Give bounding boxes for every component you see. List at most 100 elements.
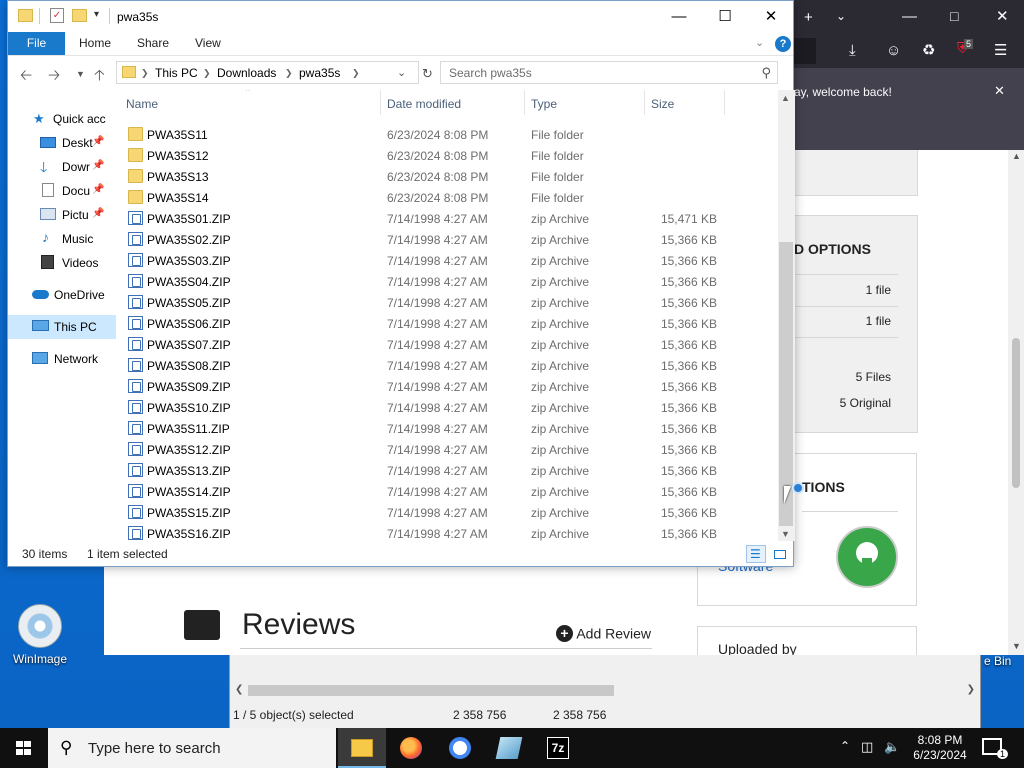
column-type[interactable]: Type [531, 97, 557, 111]
file-row[interactable]: PWA35S05.ZIP 7/14/1998 4:27 AM zip Archive… [118, 292, 778, 313]
tab-file[interactable]: File [8, 32, 65, 55]
nav-network[interactable]: Network [8, 347, 116, 371]
minimize-icon[interactable]: — [902, 9, 917, 24]
tab-home[interactable]: Home [65, 32, 125, 55]
file-row[interactable]: PWA35S15.ZIP 7/14/1998 4:27 AM zip Archive… [118, 502, 778, 523]
file-row[interactable]: PWA35S12 6/23/2024 8:08 PM File folder [118, 145, 778, 166]
file-row[interactable]: PWA35S09.ZIP 7/14/1998 4:27 AM zip Archive… [118, 376, 778, 397]
scroll-right-icon[interactable]: ❯ [967, 684, 975, 695]
column-name[interactable]: Name [126, 97, 158, 111]
breadcrumb-chevron-icon[interactable]: ❯ [141, 68, 149, 79]
maximize-icon[interactable]: □ [950, 9, 958, 23]
file-row[interactable]: PWA35S01.ZIP 7/14/1998 4:27 AM zip Archive… [118, 208, 778, 229]
file-row[interactable]: PWA35S02.ZIP 7/14/1998 4:27 AM zip Archive… [118, 229, 778, 250]
file-row[interactable]: PWA35S13.ZIP 7/14/1998 4:27 AM zip Archive… [118, 460, 778, 481]
breadcrumb-chevron-icon[interactable]: ❯ [285, 68, 293, 79]
maximize-button[interactable]: ☐ [702, 1, 748, 32]
scroll-thumb[interactable] [248, 685, 614, 696]
file-list-scrollbar[interactable]: ▲ ▼ [778, 90, 795, 541]
scroll-up-icon[interactable]: ▲ [1012, 151, 1021, 161]
breadcrumb-pwa35s[interactable]: pwa35s [299, 66, 340, 80]
breadcrumb-this-pc[interactable]: This PC [155, 66, 198, 80]
pin-icon[interactable]: 📌 [92, 136, 104, 147]
taskbar-file-explorer[interactable] [338, 728, 386, 768]
forward-icon[interactable]: 🡢 [48, 65, 60, 90]
file-row[interactable]: PWA35S07.ZIP 7/14/1998 4:27 AM zip Archive… [118, 334, 778, 355]
pin-icon[interactable]: 📌 [92, 184, 104, 195]
file-row[interactable]: PWA35S10.ZIP 7/14/1998 4:27 AM zip Archive… [118, 397, 778, 418]
file-row[interactable]: PWA35S13 6/23/2024 8:08 PM File folder [118, 166, 778, 187]
large-icons-view-button[interactable] [770, 545, 790, 563]
page-scrollbar[interactable]: ▲ ▼ [1008, 150, 1024, 655]
file-row[interactable]: PWA35S14 6/23/2024 8:08 PM File folder [118, 187, 778, 208]
nav-desktop[interactable]: Deskt 📌 [8, 131, 116, 155]
help-icon[interactable]: ? [775, 36, 791, 52]
tab-share[interactable]: Share [123, 32, 183, 55]
scroll-up-icon[interactable]: ▲ [781, 93, 790, 103]
file-row[interactable]: PWA35S11.ZIP 7/14/1998 4:27 AM zip Archive… [118, 418, 778, 439]
nav-quick-access[interactable]: ★ Quick acc [8, 107, 116, 131]
breadcrumb-chevron-icon[interactable]: ❯ [352, 68, 360, 79]
nav-pictures[interactable]: Pictu 📌 [8, 203, 116, 227]
extensions-icon[interactable]: ♻ [922, 43, 935, 58]
pin-icon[interactable]: 📌 [92, 160, 104, 171]
scroll-thumb[interactable] [779, 242, 793, 526]
network-status-icon[interactable]: ◫ [861, 739, 873, 755]
file-row[interactable]: PWA35S06.ZIP 7/14/1998 4:27 AM zip Archive… [118, 313, 778, 334]
minimize-button[interactable]: — [656, 1, 702, 32]
breadcrumb-chevron-icon[interactable]: ❯ [203, 68, 211, 79]
show-hidden-icons-icon[interactable]: ⌃ [840, 739, 850, 753]
notification-close-icon[interactable]: ✕ [994, 84, 1005, 97]
properties-icon[interactable]: ✓ [50, 8, 64, 23]
search-box[interactable]: Search pwa35s ⚲ [440, 61, 778, 84]
file-row[interactable]: PWA35S12.ZIP 7/14/1998 4:27 AM zip Archive… [118, 439, 778, 460]
scroll-down-icon[interactable]: ▼ [1012, 641, 1021, 651]
start-button[interactable] [0, 728, 48, 768]
nav-documents[interactable]: Docu 📌 [8, 179, 116, 203]
list-tabs-icon[interactable]: ⌄ [836, 10, 846, 22]
pin-icon[interactable]: 📌 [92, 208, 104, 219]
nav-music[interactable]: ♪ Music [8, 227, 116, 251]
nav-downloads[interactable]: 🡓 Dowr 📌 [8, 155, 116, 179]
new-tab-icon[interactable]: + [804, 10, 813, 25]
file-row[interactable]: PWA35S16.ZIP 7/14/1998 4:27 AM zip Archive… [118, 523, 778, 541]
winimage-desktop-icon[interactable]: WinImage [6, 604, 74, 666]
taskbar-winimage[interactable] [485, 728, 533, 768]
scroll-down-icon[interactable]: ▼ [781, 529, 790, 539]
close-icon[interactable]: ✕ [996, 9, 1009, 24]
horizontal-scrollbar[interactable]: ❮ ❯ [230, 682, 980, 699]
tab-view[interactable]: View [181, 32, 235, 55]
downloads-icon[interactable]: ⤓ [849, 43, 856, 58]
file-row[interactable]: PWA35S03.ZIP 7/14/1998 4:27 AM zip Archive… [118, 250, 778, 271]
taskbar-chrome[interactable] [436, 728, 484, 768]
volume-icon[interactable]: 🔈 [884, 739, 900, 755]
new-folder-icon[interactable] [72, 9, 87, 22]
file-row[interactable]: PWA35S04.ZIP 7/14/1998 4:27 AM zip Archive… [118, 271, 778, 292]
expand-ribbon-icon[interactable]: ⌄ [755, 36, 764, 49]
refresh-icon[interactable]: ↻ [422, 66, 433, 82]
nav-videos[interactable]: Videos [8, 251, 116, 275]
breadcrumb-downloads[interactable]: Downloads [217, 66, 276, 80]
customize-toolbar-icon[interactable]: ▾ [94, 9, 99, 20]
clock[interactable]: 8:08 PM 6/23/2024 [908, 733, 972, 763]
close-button[interactable]: ✕ [748, 1, 794, 32]
up-icon[interactable]: 🡡 [94, 65, 105, 90]
back-icon[interactable]: 🡠 [20, 65, 32, 90]
taskbar-search[interactable]: ⚲ Type here to search [48, 728, 336, 768]
scroll-thumb[interactable] [1012, 338, 1020, 488]
taskbar-7zip[interactable]: 7z [534, 728, 582, 768]
address-bar[interactable]: ❯ This PC ❯ Downloads ❯ pwa35s ❯ ⌄ [116, 61, 419, 84]
file-row[interactable]: PWA35S14.ZIP 7/14/1998 4:27 AM zip Archive… [118, 481, 778, 502]
account-icon[interactable]: ☺ [886, 43, 901, 58]
column-date-modified[interactable]: Date modified [387, 97, 461, 111]
recycle-bin-label[interactable]: e Bin [984, 654, 1011, 668]
menu-icon[interactable]: ☰ [994, 43, 1007, 58]
scroll-left-icon[interactable]: ❮ [235, 684, 243, 695]
file-row[interactable]: PWA35S11 6/23/2024 8:08 PM File folder [118, 124, 778, 145]
taskbar-firefox[interactable] [387, 728, 435, 768]
column-size[interactable]: Size [651, 97, 674, 111]
nav-this-pc[interactable]: This PC [8, 315, 116, 339]
address-dropdown-icon[interactable]: ⌄ [397, 66, 406, 79]
nav-onedrive[interactable]: OneDrive [8, 283, 116, 307]
file-row[interactable]: PWA35S08.ZIP 7/14/1998 4:27 AM zip Archive… [118, 355, 778, 376]
